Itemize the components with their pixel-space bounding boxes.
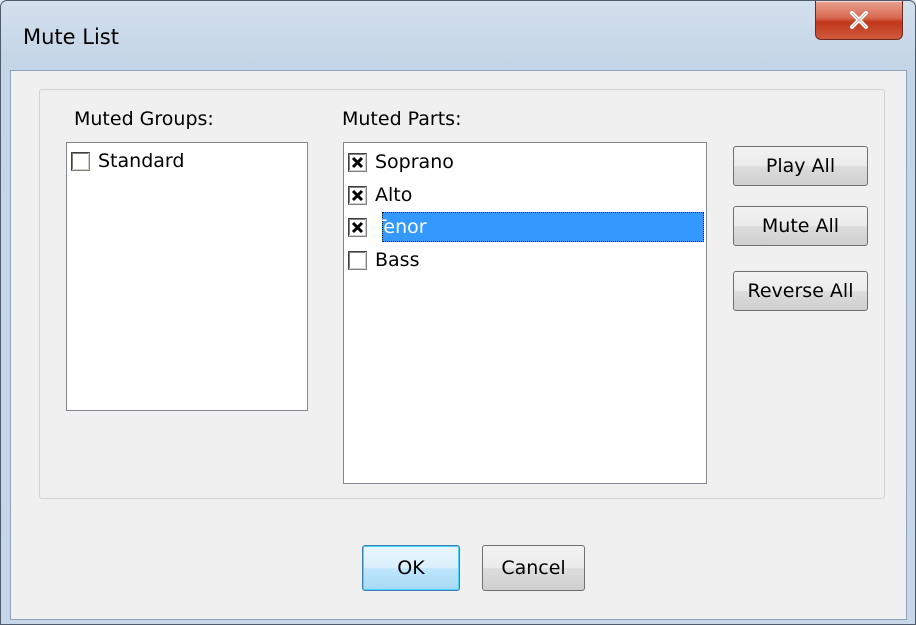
muted-groups-label: Muted Groups: xyxy=(74,108,214,130)
list-item-label: Tenor xyxy=(375,216,427,238)
list-item-soprano[interactable]: Soprano xyxy=(348,148,457,176)
check-x-icon xyxy=(351,221,364,233)
muted-parts-label: Muted Parts: xyxy=(342,108,462,130)
check-x-icon xyxy=(351,189,364,201)
checkbox-standard[interactable] xyxy=(71,151,90,171)
close-button[interactable] xyxy=(815,1,903,40)
list-item-bass[interactable]: Bass xyxy=(348,246,422,274)
mute-settings-frame: Muted Groups: Standard Muted Parts: Sopr… xyxy=(39,89,885,499)
mute-list-window: Mute List Muted Groups: Standard Muted P… xyxy=(0,0,916,625)
close-icon xyxy=(850,11,868,29)
list-item-standard[interactable]: Standard xyxy=(71,147,187,175)
list-item-alto[interactable]: Alto xyxy=(348,181,415,209)
mute-all-button[interactable]: Mute All xyxy=(733,206,868,246)
window-title: Mute List xyxy=(23,25,119,49)
play-all-button[interactable]: Play All xyxy=(733,146,868,186)
list-item-label: Bass xyxy=(375,249,420,271)
list-item-tenor[interactable]: Tenor xyxy=(348,213,430,241)
checkbox-bass[interactable] xyxy=(348,250,367,270)
title-bar[interactable]: Mute List xyxy=(1,1,915,71)
ok-button[interactable]: OK xyxy=(362,545,460,591)
muted-parts-listbox[interactable]: Soprano Alto Tenor Bass xyxy=(343,142,707,484)
list-item-label: Alto xyxy=(375,184,413,206)
selection-highlight xyxy=(382,212,704,242)
muted-groups-listbox[interactable]: Standard xyxy=(66,142,308,411)
checkbox-alto[interactable] xyxy=(348,185,367,205)
checkbox-soprano[interactable] xyxy=(348,152,367,172)
list-item-label: Standard xyxy=(98,150,185,172)
checkbox-tenor[interactable] xyxy=(348,217,367,237)
dialog-client-area: Muted Groups: Standard Muted Parts: Sopr… xyxy=(10,70,907,620)
check-x-icon xyxy=(351,156,364,168)
cancel-button[interactable]: Cancel xyxy=(482,545,585,591)
list-item-label: Soprano xyxy=(375,151,454,173)
reverse-all-button[interactable]: Reverse All xyxy=(733,271,868,311)
